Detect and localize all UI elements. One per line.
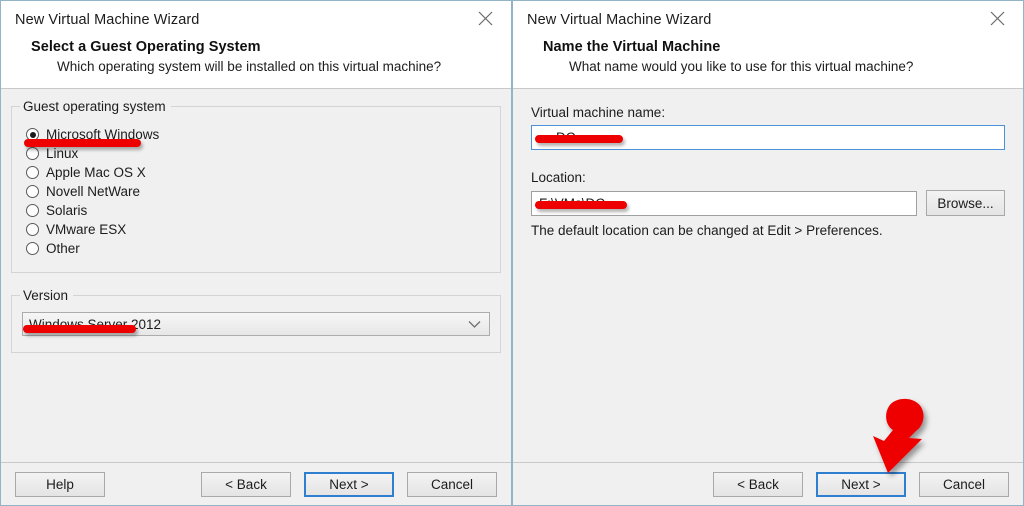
radio-label: Linux bbox=[46, 146, 79, 161]
vm-name-input[interactable]: DC bbox=[531, 125, 1005, 150]
radio-mark-icon bbox=[26, 166, 39, 179]
right-footer: < Back Next > Cancel bbox=[513, 462, 1023, 505]
vm-name-label: Virtual machine name: bbox=[531, 105, 666, 120]
radio-mark-icon bbox=[26, 223, 39, 236]
version-legend: Version bbox=[20, 288, 74, 303]
chevron-down-icon bbox=[468, 313, 481, 335]
version-dropdown[interactable]: Windows Server 2012 bbox=[22, 312, 490, 336]
radio-label: Solaris bbox=[46, 203, 88, 218]
radio-label: Novell NetWare bbox=[46, 184, 141, 199]
browse-button[interactable]: Browse... bbox=[926, 190, 1005, 216]
left-page-subtitle: Which operating system will be installed… bbox=[57, 59, 442, 74]
left-footer: Help < Back Next > Cancel bbox=[1, 462, 511, 505]
next-button[interactable]: Next > bbox=[816, 471, 906, 497]
right-page-subtitle: What name would you like to use for this… bbox=[569, 59, 914, 74]
version-groupbox: Version Windows Server 2012 bbox=[11, 288, 501, 353]
guest-os-wizard-dialog: New Virtual Machine Wizard Select a Gues… bbox=[0, 0, 512, 506]
radio-mark-icon bbox=[26, 147, 39, 160]
screen: New Virtual Machine Wizard Select a Gues… bbox=[0, 0, 1024, 506]
left-window-title: New Virtual Machine Wizard bbox=[15, 12, 200, 28]
right-window-title: New Virtual Machine Wizard bbox=[527, 12, 712, 28]
back-button[interactable]: < Back bbox=[201, 471, 291, 497]
radio-other[interactable]: Other bbox=[26, 239, 490, 258]
radio-mark-icon bbox=[26, 242, 39, 255]
cancel-button[interactable]: Cancel bbox=[919, 471, 1009, 497]
radio-mark-icon bbox=[26, 204, 39, 217]
left-content: Guest operating system Microsoft Windows… bbox=[1, 89, 511, 462]
radio-mark-icon bbox=[26, 185, 39, 198]
radio-linux[interactable]: Linux bbox=[26, 144, 490, 163]
radio-label: Apple Mac OS X bbox=[46, 165, 146, 180]
back-button[interactable]: < Back bbox=[713, 471, 803, 497]
radio-microsoft-windows[interactable]: Microsoft Windows bbox=[26, 125, 490, 144]
guest-os-radio-list: Microsoft Windows Linux Apple Mac OS X N… bbox=[22, 121, 490, 262]
right-page-title: Name the Virtual Machine bbox=[543, 39, 721, 55]
radio-vmware-esx[interactable]: VMware ESX bbox=[26, 220, 490, 239]
radio-label: Microsoft Windows bbox=[46, 127, 160, 142]
version-selected-value: Windows Server 2012 bbox=[29, 316, 162, 332]
guest-os-legend: Guest operating system bbox=[20, 99, 171, 114]
radio-novell-netware[interactable]: Novell NetWare bbox=[26, 182, 490, 201]
radio-label: Other bbox=[46, 241, 80, 256]
next-button[interactable]: Next > bbox=[304, 471, 394, 497]
help-button[interactable]: Help bbox=[15, 471, 105, 497]
location-row: F:\VMs\DC Browse... bbox=[531, 190, 1005, 216]
close-icon[interactable] bbox=[465, 3, 505, 33]
left-header: Select a Guest Operating System Which op… bbox=[1, 39, 511, 88]
left-page-title: Select a Guest Operating System bbox=[31, 39, 261, 55]
guest-os-groupbox: Guest operating system Microsoft Windows… bbox=[11, 99, 501, 273]
left-titlebar: New Virtual Machine Wizard bbox=[1, 1, 511, 39]
radio-solaris[interactable]: Solaris bbox=[26, 201, 490, 220]
location-input[interactable]: F:\VMs\DC bbox=[531, 190, 917, 216]
cancel-button[interactable]: Cancel bbox=[407, 471, 497, 497]
close-icon[interactable] bbox=[977, 3, 1017, 33]
vm-form: Virtual machine name: DC Location: F:\VM… bbox=[513, 89, 1023, 238]
radio-label: VMware ESX bbox=[46, 222, 127, 237]
right-content: Virtual machine name: DC Location: F:\VM… bbox=[513, 89, 1023, 462]
radio-apple-mac-os-x[interactable]: Apple Mac OS X bbox=[26, 163, 490, 182]
location-hint: The default location can be changed at E… bbox=[531, 223, 883, 238]
location-label: Location: bbox=[531, 170, 586, 185]
right-titlebar: New Virtual Machine Wizard bbox=[513, 1, 1023, 39]
radio-mark-icon bbox=[26, 128, 39, 141]
name-vm-wizard-dialog: New Virtual Machine Wizard Name the Virt… bbox=[512, 0, 1024, 506]
right-header: Name the Virtual Machine What name would… bbox=[513, 39, 1023, 88]
